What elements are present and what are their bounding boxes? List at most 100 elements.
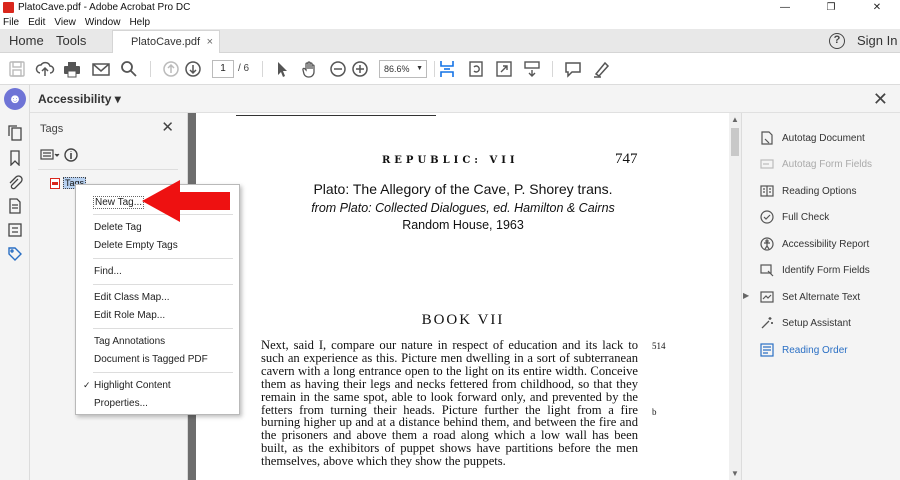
menu-window[interactable]: Window xyxy=(85,17,121,28)
body-paragraph: Next, said I, compare our nature in resp… xyxy=(261,338,638,469)
highlight-pen-icon[interactable] xyxy=(591,59,611,79)
toolbar-divider xyxy=(434,61,435,77)
comment-icon[interactable] xyxy=(563,59,583,79)
book-heading: BOOK VII xyxy=(421,312,505,328)
identify-form-fields-label: Identify Form Fields xyxy=(782,264,870,276)
document-title-line-1: Plato: The Allegory of the Cave, P. Shor… xyxy=(313,181,613,197)
attachment-icon[interactable] xyxy=(7,174,23,190)
vertical-scrollbar[interactable]: ▲ ▼ xyxy=(729,113,741,480)
check-circle-icon xyxy=(760,210,774,224)
document-tab-label: PlatoCave.pdf xyxy=(131,36,201,48)
setup-assistant-label: Setup Assistant xyxy=(782,317,851,329)
tab-document[interactable]: PlatoCave.pdf × xyxy=(112,30,220,53)
tags-icon[interactable] xyxy=(7,246,23,262)
close-panel-icon[interactable]: ✕ xyxy=(161,118,174,136)
autotag-document-icon xyxy=(760,131,774,145)
upload-cloud-icon[interactable] xyxy=(35,59,55,79)
document-icon[interactable] xyxy=(7,198,23,214)
select-cursor-icon[interactable] xyxy=(272,59,292,79)
set-alternate-text-button[interactable]: Set Alternate Text xyxy=(760,290,860,304)
reading-order-icon xyxy=(760,343,774,357)
scroll-down-icon[interactable]: ▼ xyxy=(731,469,739,478)
close-tab-icon[interactable]: × xyxy=(207,31,213,53)
menu-view[interactable]: View xyxy=(54,17,76,28)
fit-width-icon[interactable] xyxy=(437,59,457,79)
menu-item-document-is-tagged[interactable]: Document is Tagged PDF xyxy=(94,354,208,365)
next-page-icon[interactable] xyxy=(183,59,203,79)
toolbar: 1 / 6 86.6% ▼ xyxy=(0,53,900,85)
menu-separator xyxy=(93,284,233,285)
scroll-up-icon[interactable]: ▲ xyxy=(731,115,739,124)
save-icon[interactable] xyxy=(7,59,27,79)
menu-item-edit-role-map[interactable]: Edit Role Map... xyxy=(94,310,165,321)
close-window-button[interactable]: ✕ xyxy=(854,0,900,15)
rotate-page-icon[interactable] xyxy=(466,59,486,79)
toolbar-divider xyxy=(150,61,151,77)
accessibility-tools-panel: ▶ Autotag Document Autotag Form Fields R… xyxy=(741,113,900,480)
help-icon[interactable]: ? xyxy=(829,33,845,49)
menu-item-new-tag[interactable]: New Tag... xyxy=(93,196,145,209)
margin-letter: b xyxy=(652,407,657,417)
menu-edit[interactable]: Edit xyxy=(28,17,45,28)
zoom-level-value: 86.6% xyxy=(384,64,410,74)
reading-order-button[interactable]: Reading Order xyxy=(760,343,848,357)
autotag-document-button[interactable]: Autotag Document xyxy=(760,131,865,145)
menu-item-highlight-content[interactable]: Highlight Content xyxy=(94,380,171,391)
page-total: / 6 xyxy=(238,63,250,74)
email-icon[interactable] xyxy=(91,59,111,79)
acrobat-app-icon xyxy=(3,2,14,13)
menu-separator xyxy=(93,372,233,373)
bookmark-icon[interactable] xyxy=(7,150,23,167)
close-tool-icon[interactable]: ✕ xyxy=(873,89,888,110)
tab-tools[interactable]: Tools xyxy=(56,29,86,53)
menu-item-delete-tag[interactable]: Delete Tag xyxy=(94,222,142,233)
minimize-button[interactable]: — xyxy=(762,0,808,15)
accessibility-report-label: Accessibility Report xyxy=(782,238,870,250)
menu-separator xyxy=(93,328,233,329)
running-head: REPUBLIC: VII xyxy=(382,155,519,166)
accessibility-dropdown[interactable]: Accessibility ▾ xyxy=(38,85,121,113)
full-screen-icon[interactable] xyxy=(494,59,514,79)
accessibility-report-icon xyxy=(760,237,774,251)
menu-item-delete-empty-tags[interactable]: Delete Empty Tags xyxy=(94,240,178,251)
menu-item-tag-annotations[interactable]: Tag Annotations xyxy=(94,336,165,347)
page-thumbnails-icon[interactable] xyxy=(7,125,23,141)
search-icon[interactable] xyxy=(119,59,139,79)
menu-file[interactable]: File xyxy=(3,17,19,28)
window-controls: — ❐ ✕ xyxy=(762,0,900,15)
sign-in-button[interactable]: Sign In xyxy=(857,29,897,53)
autotag-form-fields-button[interactable]: Autotag Form Fields xyxy=(760,157,872,171)
identify-form-fields-button[interactable]: Identify Form Fields xyxy=(760,263,870,277)
reading-order-label: Reading Order xyxy=(782,344,848,356)
menu-item-edit-class-map[interactable]: Edit Class Map... xyxy=(94,292,170,303)
reading-options-button[interactable]: Reading Options xyxy=(760,184,857,198)
hand-tool-icon[interactable] xyxy=(300,59,320,79)
margin-number: 514 xyxy=(652,341,666,351)
document-title-line-2: from Plato: Collected Dialogues, ed. Ham… xyxy=(311,201,615,215)
setup-assistant-button[interactable]: Setup Assistant xyxy=(760,316,851,330)
menu-help[interactable]: Help xyxy=(129,17,150,28)
page-number-input[interactable]: 1 xyxy=(212,60,234,78)
restore-button[interactable]: ❐ xyxy=(808,0,854,15)
full-check-button[interactable]: Full Check xyxy=(760,210,829,224)
print-icon[interactable] xyxy=(62,59,82,79)
previous-page-icon[interactable] xyxy=(161,59,181,79)
scrollbar-thumb[interactable] xyxy=(731,128,739,156)
page-number-text: 747 xyxy=(615,151,638,167)
menu-item-properties[interactable]: Properties... xyxy=(94,398,148,409)
menu-item-find[interactable]: Find... xyxy=(94,266,122,277)
document-viewport: REPUBLIC: VII 747 Plato: The Allegory of… xyxy=(188,113,741,480)
zoom-level-select[interactable]: 86.6% ▼ xyxy=(379,60,427,78)
accessibility-icon[interactable]: ☻ xyxy=(4,88,26,110)
content-icon[interactable] xyxy=(7,222,23,238)
toolbar-divider xyxy=(552,61,553,77)
zoom-out-icon[interactable] xyxy=(328,59,348,79)
tab-home[interactable]: Home xyxy=(9,29,44,53)
scroll-mode-icon[interactable] xyxy=(522,59,542,79)
zoom-in-icon[interactable] xyxy=(350,59,370,79)
identify-form-fields-icon xyxy=(760,263,774,277)
set-alternate-text-label: Set Alternate Text xyxy=(782,291,861,303)
options-menu-icon[interactable] xyxy=(40,147,80,163)
collapse-panel-icon[interactable]: ▶ xyxy=(743,291,749,300)
accessibility-report-button[interactable]: Accessibility Report xyxy=(760,237,869,251)
